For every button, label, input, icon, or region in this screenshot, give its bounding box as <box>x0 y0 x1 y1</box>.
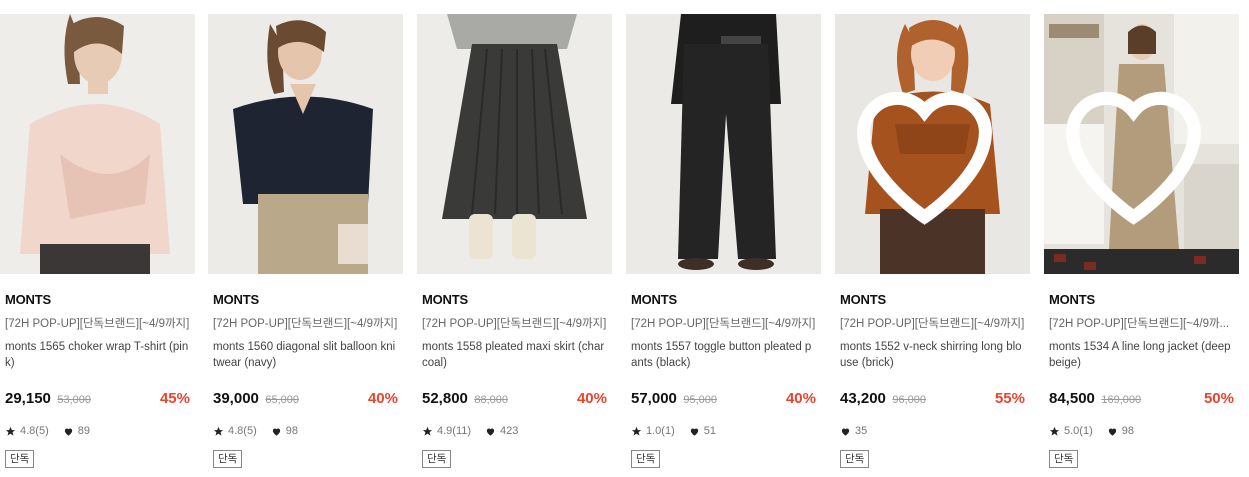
product-title[interactable]: monts 1552 v-neck shirring long blouse (… <box>840 339 1025 371</box>
heart-icon <box>690 428 698 436</box>
review-meta: 4.8(5) 89 <box>5 424 190 438</box>
price-row: 52,800 88,000 40% <box>422 390 607 410</box>
brand-name[interactable]: MONTS <box>840 292 1025 307</box>
review-meta: 1.0(1) 51 <box>631 424 816 438</box>
promo-text: [72H POP-UP][단독브랜드][~4/9까지] <box>213 318 398 330</box>
product-grid: MONTS [72H POP-UP][단독브랜드][~4/9까지] monts … <box>0 0 1249 477</box>
exclusive-badge: 단독 <box>1049 450 1079 468</box>
product-title[interactable]: monts 1565 choker wrap T-shirt (pink) <box>5 339 190 371</box>
product-card[interactable]: MONTS [72H POP-UP][단독브랜드][~4/9까... monts… <box>1044 14 1239 468</box>
brand-name[interactable]: MONTS <box>213 292 398 307</box>
like-count: 98 <box>285 425 298 437</box>
brand-name[interactable]: MONTS <box>5 292 190 307</box>
heart-icon <box>1108 428 1116 436</box>
brand-name[interactable]: MONTS <box>422 292 607 307</box>
promo-text: [72H POP-UP][단독브랜드][~4/9까지] <box>422 318 607 330</box>
review-meta: 4.8(5) 98 <box>213 424 398 438</box>
brand-name[interactable]: MONTS <box>631 292 816 307</box>
product-image[interactable] <box>208 14 403 274</box>
rating-text: 4.9(11) <box>437 425 472 437</box>
review-meta: 5.0(1) 98 <box>1049 424 1234 438</box>
product-card[interactable]: MONTS [72H POP-UP][단독브랜드][~4/9까지] monts … <box>0 14 195 468</box>
like-count: 51 <box>703 425 716 437</box>
original-price: 95,000 <box>683 394 717 406</box>
discount-rate: 40% <box>785 390 816 407</box>
original-price: 88,000 <box>474 394 508 406</box>
discount-rate: 40% <box>576 390 607 407</box>
heart-icon <box>486 428 495 436</box>
review-meta: 35 <box>840 424 1025 438</box>
heart-icon <box>64 428 72 436</box>
sale-price: 57,000 <box>631 390 677 407</box>
promo-text: [72H POP-UP][단독브랜드][~4/9까지] <box>631 318 816 330</box>
product-card[interactable]: MONTS [72H POP-UP][단독브랜드][~4/9까지] monts … <box>208 14 403 468</box>
price-row: 39,000 65,000 40% <box>213 390 398 410</box>
product-title[interactable]: monts 1534 A line long jacket (deep beig… <box>1049 339 1234 371</box>
star-icon <box>422 426 433 436</box>
discount-rate: 40% <box>367 390 398 407</box>
promo-text: [72H POP-UP][단독브랜드][~4/9까... <box>1049 318 1230 330</box>
original-price: 65,000 <box>265 394 299 406</box>
product-image[interactable] <box>835 14 1030 274</box>
exclusive-badge: 단독 <box>213 450 243 468</box>
price-row: 29,150 53,000 45% <box>5 390 190 410</box>
product-image[interactable] <box>1044 14 1239 274</box>
discount-rate: 45% <box>159 390 190 407</box>
like-count: 89 <box>77 425 90 437</box>
rating-text: 4.8(5) <box>20 425 49 437</box>
like-count: 98 <box>1121 425 1134 437</box>
exclusive-badge: 단독 <box>5 450 35 468</box>
star-icon <box>5 426 16 436</box>
product-image[interactable] <box>417 14 612 274</box>
price-row: 43,200 96,000 55% <box>840 390 1025 410</box>
product-card[interactable]: MONTS [72H POP-UP][단독브랜드][~4/9까지] monts … <box>626 14 821 468</box>
promo-text: [72H POP-UP][단독브랜드][~4/9까지] <box>840 318 1025 330</box>
heart-icon <box>841 428 850 436</box>
promo-text: [72H POP-UP][단독브랜드][~4/9까지] <box>5 318 190 330</box>
star-icon <box>631 426 642 436</box>
original-price: 169,000 <box>1101 394 1142 406</box>
price-row: 84,500 169,000 50% <box>1049 390 1234 410</box>
discount-rate: 50% <box>1203 390 1234 407</box>
original-price: 96,000 <box>892 394 926 406</box>
exclusive-badge: 단독 <box>840 450 870 468</box>
product-title[interactable]: monts 1557 toggle button pleated pants (… <box>631 339 816 371</box>
product-image[interactable] <box>626 14 821 274</box>
rating-text: 5.0(1) <box>1064 425 1093 437</box>
review-meta: 4.9(11) 423 <box>422 424 607 438</box>
exclusive-badge: 단독 <box>422 450 452 468</box>
price-row: 57,000 95,000 40% <box>631 390 816 410</box>
star-icon <box>1049 426 1060 436</box>
product-card[interactable]: MONTS [72H POP-UP][단독브랜드][~4/9까지] monts … <box>417 14 612 468</box>
wishlist-heart-icon[interactable] <box>835 22 1022 274</box>
product-image[interactable] <box>0 14 195 274</box>
discount-rate: 55% <box>994 390 1025 407</box>
sale-price: 52,800 <box>422 390 468 407</box>
product-title[interactable]: monts 1558 pleated maxi skirt (charcoal) <box>422 339 607 371</box>
rating-text: 4.8(5) <box>228 425 257 437</box>
heart-icon <box>272 428 280 436</box>
sale-price: 29,150 <box>5 390 51 407</box>
sale-price: 84,500 <box>1049 390 1095 407</box>
like-count: 35 <box>855 425 868 437</box>
star-icon <box>213 426 224 436</box>
product-card[interactable]: MONTS [72H POP-UP][단독브랜드][~4/9까지] monts … <box>835 14 1030 468</box>
sale-price: 39,000 <box>213 390 259 407</box>
brand-name[interactable]: MONTS <box>1049 292 1234 307</box>
product-title[interactable]: monts 1560 diagonal slit balloon knitwea… <box>213 339 398 371</box>
original-price: 53,000 <box>57 394 91 406</box>
sale-price: 43,200 <box>840 390 886 407</box>
like-count: 423 <box>500 425 519 437</box>
exclusive-badge: 단독 <box>631 450 661 468</box>
wishlist-heart-icon[interactable] <box>1044 22 1231 274</box>
rating-text: 1.0(1) <box>646 425 675 437</box>
